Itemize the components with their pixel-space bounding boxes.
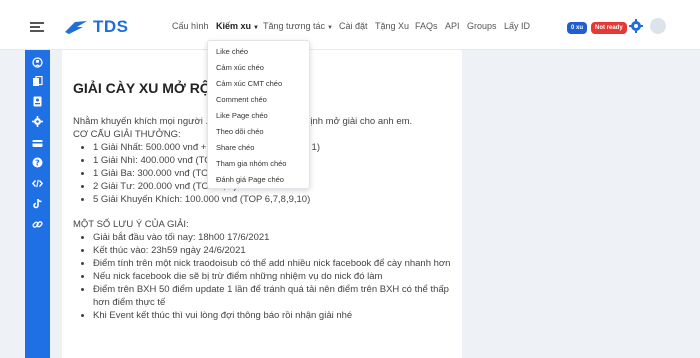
brand-logo[interactable]: TDS [63,17,129,37]
brand-name: TDS [93,17,129,36]
question-icon[interactable]: ? [32,157,43,168]
menu-item-share-cheo[interactable]: Share chéo [216,143,254,152]
list-item: Điểm trên BXH 50 điểm update 1 lần để tr… [93,283,453,309]
nav-kiem-xu[interactable]: Kiếm xu ▼ [216,21,259,31]
svg-text:?: ? [35,158,40,167]
copy-icon[interactable] [32,76,43,87]
chevron-down-icon: ▼ [253,25,259,31]
menu-item-danh-gia-page-cheo[interactable]: Đánh giá Page chéo [216,175,284,184]
nav-cau-hinh[interactable]: Cấu hình [172,21,209,31]
menu-toggle-icon[interactable] [30,22,44,32]
list-item: Khi Event kết thúc thì vui lòng đợi thôn… [93,309,453,322]
code-icon[interactable] [32,178,43,189]
nav-groups[interactable]: Groups [467,21,497,31]
notes-list: Giải bắt đầu vào tối nay: 18h00 17/6/202… [73,231,453,322]
status-badge: Not ready [591,22,627,34]
menu-item-cam-xuc-cmt-cheo[interactable]: Cảm xúc CMT chéo [216,79,282,88]
list-item: Điểm tính trên một nick traodoisub có th… [93,257,453,270]
user-icon[interactable] [32,57,43,68]
list-item: 5 Giải Khuyến Khích: 100.000 vnđ (TOP 6,… [93,193,453,206]
nav-api[interactable]: API [445,21,460,31]
menu-item-like-cheo[interactable]: Like chéo [216,47,248,56]
link-icon[interactable] [32,219,43,230]
nav-tang-tuong-tac-label: Tăng tương tác [263,21,325,31]
nav-cai-dat[interactable]: Cài đặt [339,21,368,31]
tiktok-icon[interactable] [32,198,43,209]
avatar[interactable] [650,18,666,34]
menu-item-like-page-cheo[interactable]: Like Page chéo [216,111,268,120]
card-icon[interactable] [32,138,43,149]
notes-heading: MỘT SỐ LƯU Ý CỦA GIẢI: [73,219,189,230]
gear-icon[interactable] [32,116,43,127]
logo-icon [65,21,87,34]
nav-kiem-xu-label: Kiếm xu [216,21,252,31]
kiem-xu-dropdown: Like chéo Cảm xúc chéo Cảm xúc CMT chéo … [207,40,310,189]
nav-tang-xu[interactable]: Tặng Xu [375,21,409,31]
balance-badge: 0 xu [567,22,588,34]
list-item: Kết thúc vào: 23h59 ngày 24/6/2021 [93,244,453,257]
settings-gear-icon[interactable] [629,19,643,33]
menu-item-theo-doi-cheo[interactable]: Theo dõi chéo [216,127,264,136]
menu-item-tham-gia-nhom-cheo[interactable]: Tham gia nhóm chéo [216,159,286,168]
nav-faqs[interactable]: FAQs [415,21,438,31]
sidebar: ? [25,50,50,358]
list-item: Nếu nick facebook die sẽ bị trừ điểm nhữ… [93,270,453,283]
id-card-icon[interactable] [32,96,43,107]
nav-lay-id[interactable]: Lấy ID [504,21,530,31]
chevron-down-icon: ▼ [326,25,333,31]
list-item: Giải bắt đầu vào tối nay: 18h00 17/6/202… [93,231,453,244]
menu-item-cam-xuc-cheo[interactable]: Cảm xúc chéo [216,63,264,72]
menu-item-comment-cheo[interactable]: Comment chéo [216,95,267,104]
nav-tang-tuong-tac[interactable]: Tăng tương tác ▼ [263,21,333,31]
top-navbar: TDS Cấu hình Kiếm xu ▼ Tăng tương tác ▼ Cà… [0,0,700,50]
